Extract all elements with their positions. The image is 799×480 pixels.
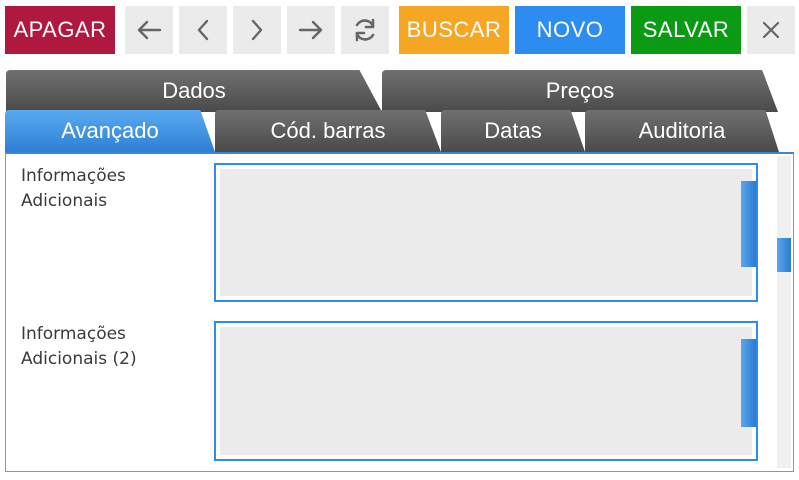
textarea-content[interactable] [220,327,752,455]
textarea-content[interactable] [220,169,752,296]
textarea-scrollbar[interactable] [741,339,756,427]
chevron-left-icon [195,18,211,42]
panel-scrollbar-track[interactable] [777,156,791,468]
previous-record-button[interactable] [179,6,227,54]
panel-scrollbar-thumb[interactable] [777,238,791,272]
field-label-info1: Informações Adicionais [21,164,126,214]
last-record-button[interactable] [287,6,335,54]
field-label-info2: Informações Adicionais (2) [21,322,137,372]
chevron-right-icon [249,18,265,42]
field-label-line: Adicionais [21,191,108,211]
toolbar: APAGAR BUSCAR NOVO SALVAR [0,0,799,60]
field-label-line: Informações [21,166,126,186]
info1-textarea[interactable] [214,163,758,302]
close-button[interactable] [747,6,795,54]
field-label-line: Adicionais (2) [21,349,137,369]
tab-cod-barras[interactable]: Cód. barras [215,110,441,152]
refresh-button[interactable] [341,6,389,54]
search-button[interactable]: BUSCAR [399,6,509,54]
first-record-button[interactable] [125,6,173,54]
close-icon [761,20,781,40]
tab-bar: Dados Preços Avançado Cód. barras Datas … [0,60,799,155]
tab-datas[interactable]: Datas [441,110,585,152]
sync-icon [352,17,378,43]
tab-dados[interactable]: Dados [6,70,382,112]
save-button[interactable]: SALVAR [631,6,741,54]
new-button[interactable]: NOVO [515,6,625,54]
advanced-panel: Informações Adicionais Informações Adici… [5,152,794,472]
textarea-scrollbar[interactable] [741,181,756,267]
arrow-left-icon [136,19,162,41]
tab-precos[interactable]: Preços [382,70,778,112]
next-record-button[interactable] [233,6,281,54]
tab-avancado[interactable]: Avançado [5,110,215,152]
info2-textarea[interactable] [214,321,758,461]
field-label-line: Informações [21,324,126,344]
arrow-right-icon [298,19,324,41]
tab-auditoria[interactable]: Auditoria [585,110,779,152]
delete-button[interactable]: APAGAR [5,6,115,54]
